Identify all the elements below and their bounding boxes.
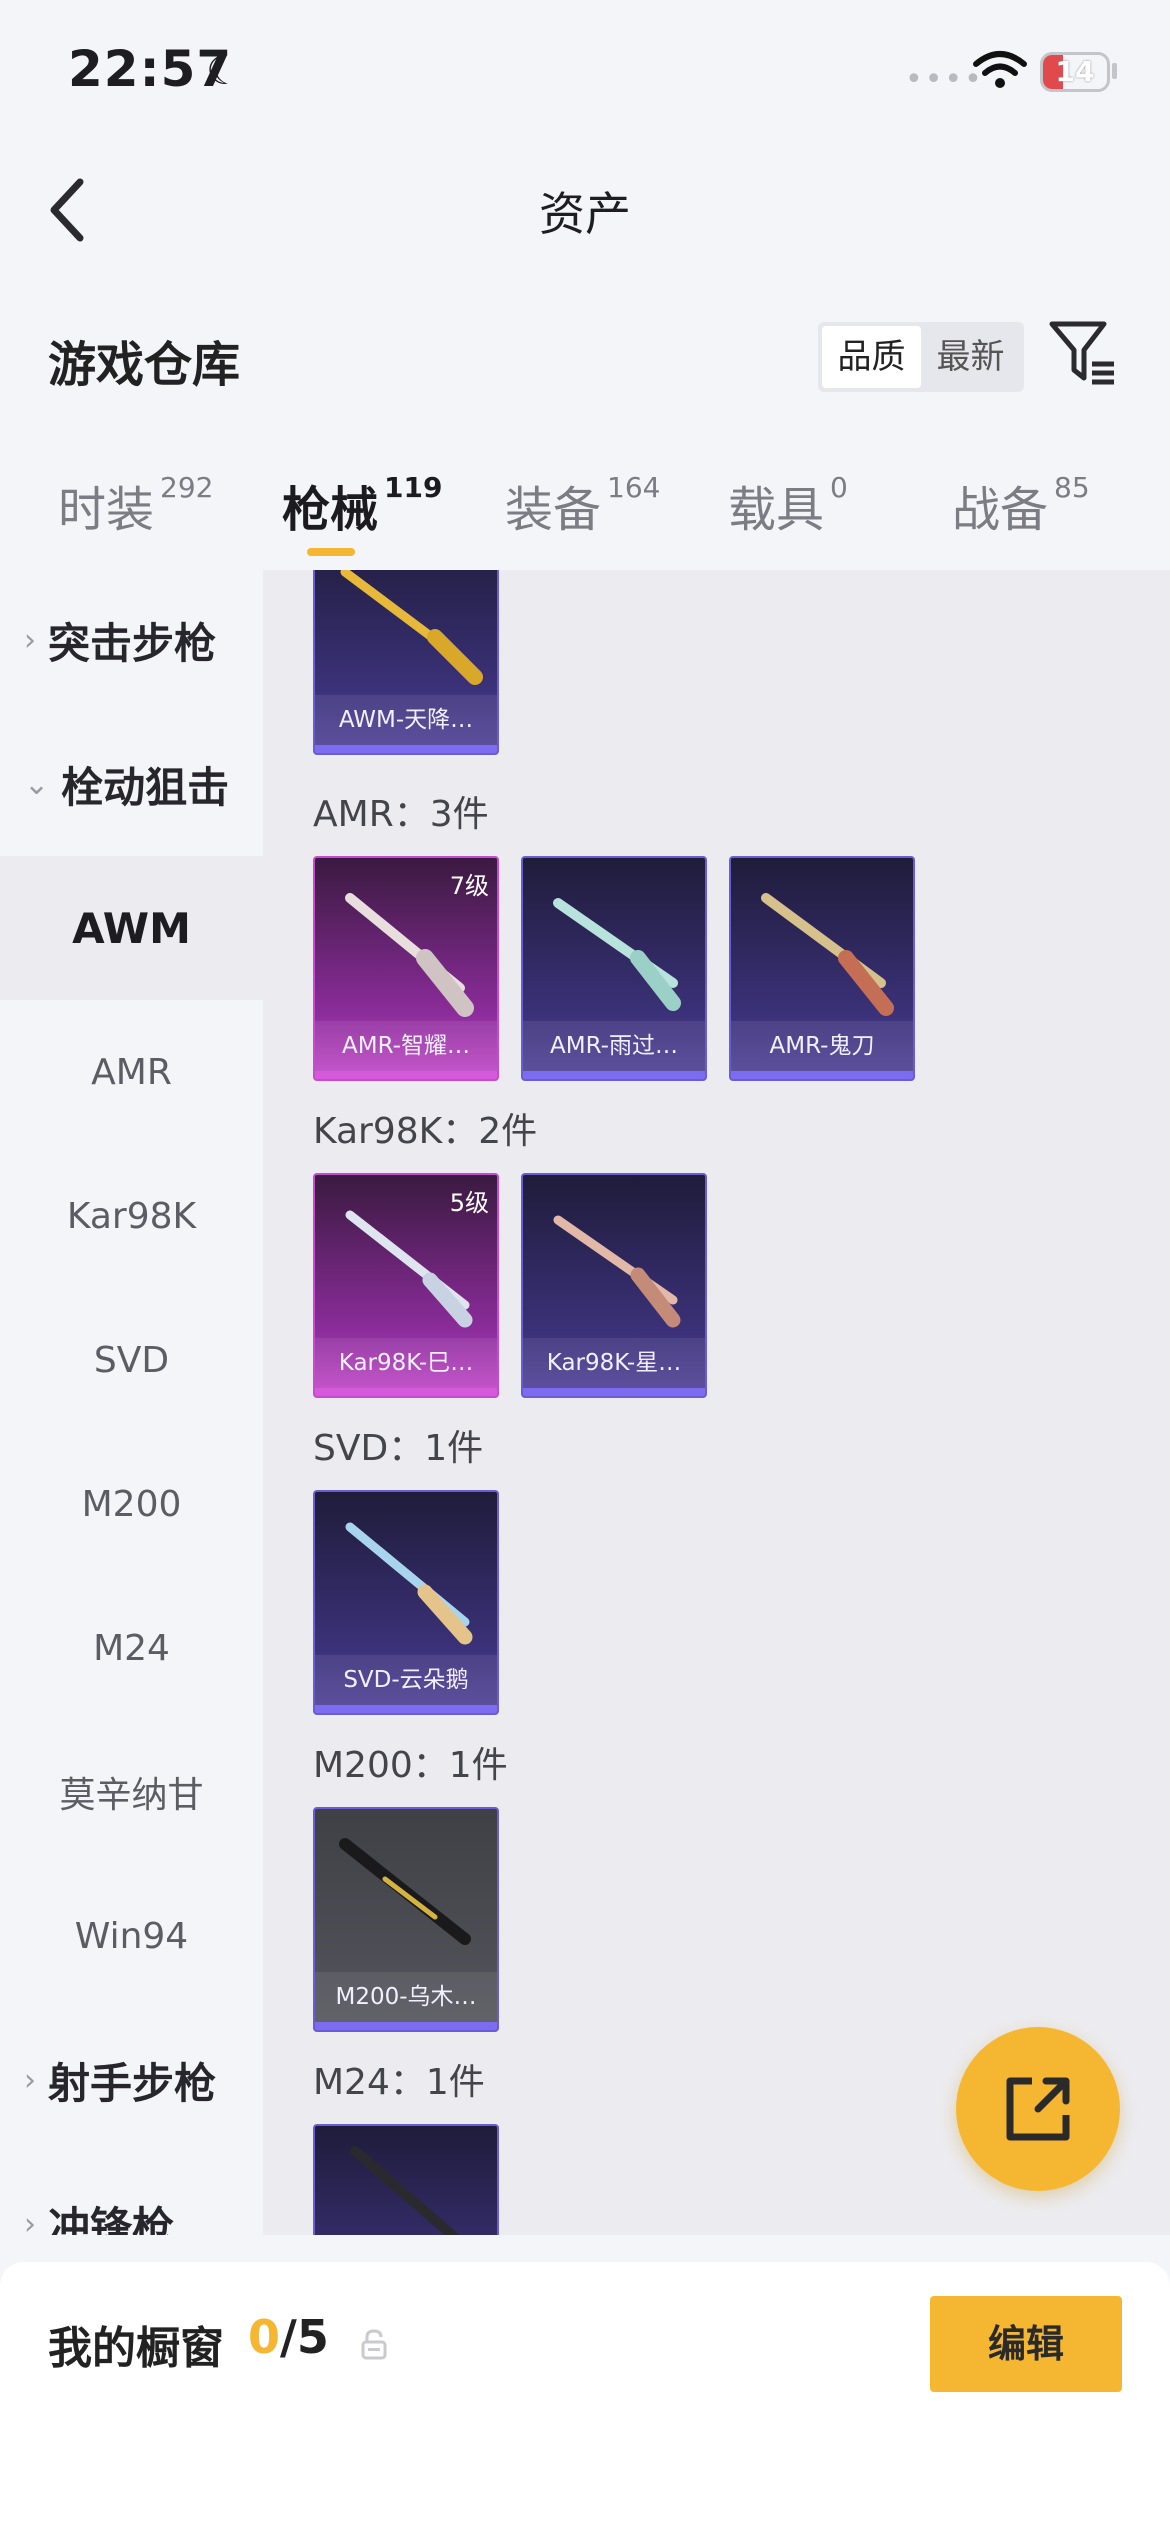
weapon-card-name: SVD-云朵鹅 [315, 1655, 497, 1705]
tab-firearms[interactable]: 枪械 119 [282, 470, 442, 540]
weapon-card[interactable]: M200-乌木… [313, 1807, 499, 2032]
weapon-card-name: Kar98K-星… [523, 1338, 705, 1388]
tab-supplies[interactable]: 战备 85 [952, 470, 1090, 540]
group-label-svd: SVD：1件 [313, 1428, 484, 1469]
section-title: 游戏仓库 [48, 337, 241, 393]
weapon-card[interactable] [313, 2124, 499, 2235]
battery-icon: 14 [1040, 52, 1110, 92]
weapon-card-name: M200-乌木… [315, 1972, 497, 2022]
chevron-right-icon: › [24, 2062, 36, 2098]
battery-level: 14 [1055, 55, 1095, 88]
weapon-card[interactable]: 5级 Kar98K-巳… [313, 1173, 499, 1398]
sidebar-item-m24[interactable]: M24 [0, 1576, 263, 1720]
page-title: 资产 [539, 187, 631, 241]
chevron-right-icon: › [24, 622, 36, 658]
weapon-card-name: AMR-智耀… [315, 1021, 497, 1071]
tab-fashion[interactable]: 时装 292 [58, 470, 213, 540]
sidebar-item-smg[interactable]: › 冲锋枪 [0, 2152, 263, 2236]
weapon-level-badge: 7级 [449, 872, 489, 900]
rifle-icon [350, 2146, 460, 2235]
weapon-card[interactable]: AWM-天降… [313, 570, 499, 755]
status-bar: 22:57 ☾ •••• 14 [0, 0, 1170, 150]
sidebar-item-svd[interactable]: SVD [0, 1288, 263, 1432]
weapon-card-name: AMR-鬼刀 [731, 1021, 913, 1071]
sidebar-item-bolt-sniper[interactable]: ⌄ 栓动狙击 [0, 712, 263, 856]
weapon-card-name: AWM-天降… [315, 695, 497, 745]
sort-quality-option[interactable]: 品质 [822, 326, 921, 388]
share-button[interactable] [956, 2027, 1120, 2191]
wifi-icon [973, 51, 1027, 88]
group-label-m200: M200：1件 [313, 1745, 508, 1786]
weapon-card[interactable]: AMR-鬼刀 [729, 856, 915, 1081]
sidebar-item-amr[interactable]: AMR [0, 1000, 263, 1144]
showcase-bar: 我的橱窗 0/5 编辑 [0, 2262, 1170, 2532]
active-tab-indicator [307, 548, 355, 556]
rifle-icon [340, 570, 483, 685]
sidebar-item-mosin[interactable]: 莫辛纳甘 [0, 1720, 263, 1864]
weapon-card[interactable]: SVD-云朵鹅 [313, 1490, 499, 1715]
showcase-count: 0/5 [248, 2310, 329, 2364]
weapon-category-sidebar: › 突击步枪 ⌄ 栓动狙击 AWM AMR Kar98K SVD M200 M24 … [0, 570, 263, 2235]
group-label-kar98k: Kar98K：2件 [313, 1111, 538, 1152]
category-tabs: 时装 292 枪械 119 装备 164 载具 0 战备 85 [0, 470, 1170, 570]
chevron-down-icon: ⌄ [24, 766, 50, 802]
sidebar-item-marksman-rifle[interactable]: › 射手步枪 [0, 2008, 263, 2152]
tab-equipment[interactable]: 装备 164 [505, 470, 660, 540]
sidebar-item-win94[interactable]: Win94 [0, 1864, 263, 2008]
rifle-icon [345, 1522, 473, 1645]
chevron-right-icon: › [24, 2206, 36, 2236]
sidebar-item-m200[interactable]: M200 [0, 1432, 263, 1576]
group-label-amr: AMR：3件 [313, 794, 489, 835]
rifle-icon [761, 893, 894, 1016]
moon-icon: ☾ [206, 48, 242, 94]
sidebar-item-awm[interactable]: AWM [0, 856, 263, 1000]
sort-latest-option[interactable]: 最新 [921, 326, 1020, 388]
weapon-card[interactable]: 7级 AMR-智耀… [313, 856, 499, 1081]
weapon-card[interactable]: Kar98K-星… [521, 1173, 707, 1398]
weapon-card-name: AMR-雨过… [523, 1021, 705, 1071]
rifle-icon [553, 1215, 681, 1328]
weapon-card-name: Kar98K-巳… [315, 1338, 497, 1388]
filter-icon[interactable] [1048, 318, 1118, 388]
share-icon [1006, 2077, 1070, 2141]
lock-icon [361, 2329, 387, 2360]
edit-button[interactable]: 编辑 [930, 2296, 1122, 2392]
rifle-icon [553, 898, 681, 1011]
showcase-title: 我的橱窗 [48, 2323, 224, 2374]
weapon-level-badge: 5级 [449, 1189, 489, 1217]
tab-vehicles[interactable]: 载具 0 [728, 470, 848, 540]
group-label-m24: M24：1件 [313, 2062, 485, 2103]
sidebar-item-assault-rifle[interactable]: › 突击步枪 [0, 570, 263, 712]
sort-toggle: 品质 最新 [818, 322, 1024, 392]
sidebar-item-kar98k[interactable]: Kar98K [0, 1144, 263, 1288]
weapon-grid: AWM-天降… AMR：3件 7级 AMR-智耀… AMR-雨过… AMR-鬼刀… [263, 570, 1170, 2235]
rifle-icon [339, 1838, 471, 1945]
weapon-card[interactable]: AMR-雨过… [521, 856, 707, 1081]
